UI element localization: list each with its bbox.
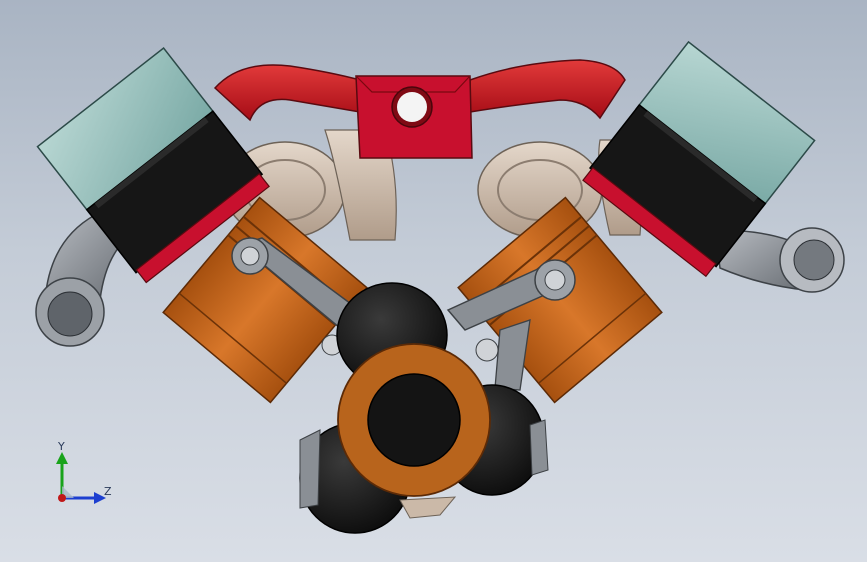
y-axis-label: Y <box>57 440 65 453</box>
throttle-body[interactable] <box>355 75 473 159</box>
z-axis-label: Z <box>104 485 112 498</box>
y-axis-arrow <box>56 452 68 464</box>
x-axis-dot <box>58 494 66 502</box>
orientation-triad: Y Z <box>56 440 112 504</box>
engine-model-view[interactable] <box>0 0 867 562</box>
graphics-viewport[interactable]: Y Z <box>0 0 867 562</box>
crankshaft[interactable] <box>337 343 491 497</box>
